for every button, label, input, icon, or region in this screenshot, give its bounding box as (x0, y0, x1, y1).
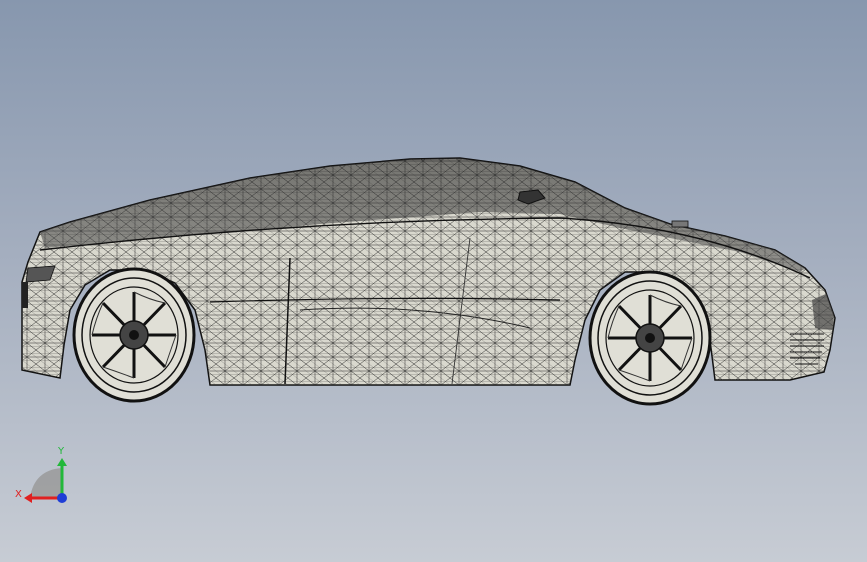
orientation-triad[interactable]: Y X (12, 440, 76, 508)
rear-wheel[interactable] (588, 270, 712, 406)
spoiler-nub (671, 220, 689, 228)
triad-plane (30, 468, 62, 498)
y-axis-label: Y (57, 446, 65, 457)
z-axis-dot (57, 493, 67, 503)
graphics-viewport[interactable]: Y X (0, 0, 867, 562)
x-axis-label: X (15, 489, 22, 500)
front-wheel[interactable] (72, 267, 196, 403)
model-view[interactable] (0, 0, 867, 562)
